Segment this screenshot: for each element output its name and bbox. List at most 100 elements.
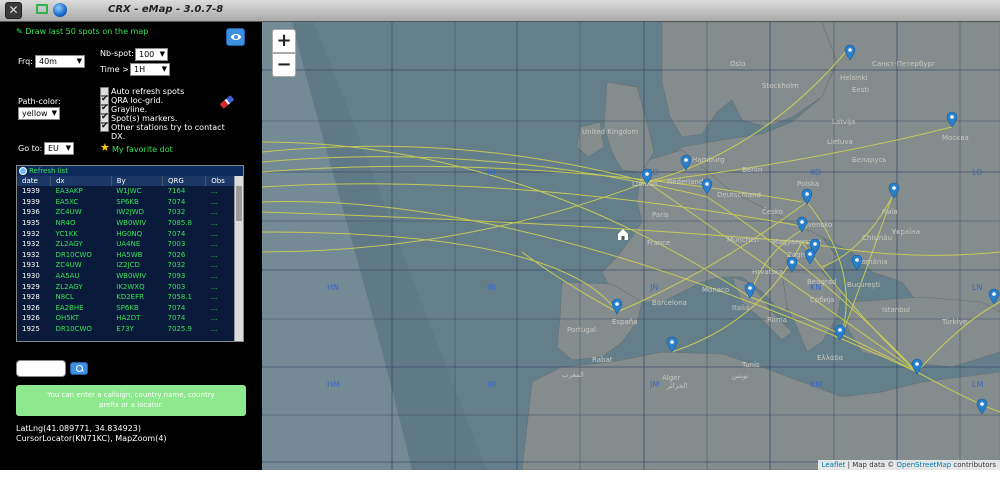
table-row[interactable]: 1925 DR10CWO E73Y 7025.9... [17,324,235,335]
city-label: Česko [762,207,783,216]
table-cell-date: 1939 [22,197,40,206]
city-label: تونس [732,372,748,380]
city-label: Ελλάδα [817,354,844,362]
city-label: Latvija [832,118,855,126]
col-obs[interactable]: Obs [205,176,235,186]
city-label: الجزائر [666,382,687,390]
city-label: Alger [662,374,680,382]
goto-label: Go to: [18,144,43,153]
table-row[interactable]: 1932 ZL2AGY UA4NE 7003... [17,239,235,250]
city-label: Nederland [667,178,703,186]
search-button[interactable] [70,362,88,375]
table-cell-date: 1936 [17,207,51,218]
qra-grid-label: QRA loc-grid. [111,96,164,105]
table-cell-dx: N8CL [50,291,112,303]
globe-icon[interactable] [53,3,67,17]
table-row[interactable]: 1935 NR4O WB0WIV 7085.8... [17,218,235,229]
close-icon[interactable]: ✕ [5,2,22,19]
goto-select[interactable]: EU ▼ [44,142,74,155]
grid-label: LN [972,283,982,292]
city-label: Paris [652,211,669,219]
table-row[interactable]: 1928 N8CL KD2EFR 7058.1... [17,291,235,303]
city-label: Lietuva [827,138,853,146]
chevron-down-icon: ▼ [65,144,71,152]
table-cell-dx: OH5KT [50,313,112,324]
city-label: Istanbul [882,306,910,314]
nbspot-select[interactable]: 100 ▼ [135,48,168,61]
spot-markers-label: Spot(s) markers. [111,114,178,123]
eraser-icon[interactable] [219,95,235,109]
col-by[interactable]: By [111,176,163,186]
city-label: Monaco [702,286,729,294]
leaflet-link[interactable]: Leaflet [822,461,846,469]
city-label: Rabat [592,356,613,364]
table-cell-date: 1930 [17,270,51,282]
other-stations-checkbox[interactable] [100,121,109,132]
frq-value: 40m [39,57,57,66]
time-select[interactable]: 1H ▼ [130,63,170,76]
table-row[interactable]: 1939 EA3AKP W1JWC 7164... [17,186,235,197]
table-row[interactable]: 1926 OH5KT HA2DT 7074... [17,313,235,324]
star-icon[interactable]: ★ [100,142,110,153]
table-cell-by: KD2EFR [111,291,163,303]
table-cell-obs: ... [205,228,235,239]
monitor-icon[interactable] [36,4,48,14]
table-cell-dx: ZL2AGY [55,282,83,291]
draw-last-spots-link[interactable]: ✎ Draw last 50 spots on the map [16,27,148,36]
table-cell-date: 1929 [22,282,40,291]
table-row[interactable]: 1932 YC1KK HG0NQ 7074... [17,228,235,239]
city-label: Beograd [807,278,836,286]
table-cell-by: WB0WIV [116,219,147,228]
grid-label: JM [649,380,659,389]
table-cell-by: SP6KB [116,303,139,312]
refresh-list-link[interactable]: Refresh list [17,166,243,176]
table-row[interactable]: 1932 DR10CWO HA5WB 7026... [17,249,235,261]
table-scrollbar[interactable] [234,176,243,341]
table-cell-qrg: 7003 [167,282,186,291]
table-row[interactable]: 1926 EA2BHE SP6KB 7074... [17,303,235,314]
table-cell-obs: ... [205,186,235,197]
table-row[interactable]: 1931 ZC4UW IZ2JCD 7032... [17,260,235,271]
table-cell-dx: NR4O [55,219,76,228]
osm-link[interactable]: OpenStreetMap [896,461,951,469]
city-label: Беларусь [852,156,886,164]
table-row[interactable]: 1930 AA5AU WB0WIV 7093... [17,270,235,282]
city-label: المغرب [562,371,584,379]
chevron-down-icon: ▼ [51,109,57,117]
goto-value: EU [48,144,59,153]
table-cell-by: HG0NQ [111,228,163,239]
map-canvas[interactable]: IO JO KO LOIN JN KN LNHNHM IM JM KM LM OsloStockho… [262,22,1000,470]
table-row[interactable]: 1936 ZC4UW IW2JWD 7032... [17,207,235,218]
other-stations-label: Other stations try to contact DX. [111,123,225,141]
grid-label: JN [649,283,658,292]
eye-icon[interactable] [226,28,245,46]
favorite-dot-link[interactable]: My favorite dot [112,145,173,154]
zoom-out-button[interactable]: − [272,53,296,77]
map-view[interactable]: IO JO KO LO IN JN KN LN HN HM IM JM KM LM Oslo Stockho… [262,22,1000,470]
zoom-in-button[interactable]: + [272,29,296,53]
city-label: Helsinki [840,74,868,82]
search-input[interactable] [16,360,66,377]
table-cell-by: HA5WB [111,249,163,261]
col-dx[interactable]: dx [50,176,112,186]
col-date[interactable]: date [17,176,51,186]
table-cell-obs: ... [210,197,218,206]
frq-select[interactable]: 40m ▼ [35,55,85,68]
scrollbar-thumb[interactable] [236,186,242,221]
city-label: Eesti [852,86,869,94]
col-qrg[interactable]: QRG [162,176,207,186]
grid-label: KM [810,380,822,389]
city-label: Portugal [567,326,596,334]
table-row[interactable]: 1929 ZL2AGY IK2WXQ 7003... [17,281,235,292]
title-bar: ✕ CRX - eMap - 3.0.7-8 [0,0,1000,22]
city-label: España [612,318,638,326]
path-color-select[interactable]: yellow ▼ [18,107,60,120]
table-cell-date: 1932 [17,249,51,261]
table-cell-obs: ... [205,313,235,324]
table-row[interactable]: 1939 EA5XC SP6KB 7074... [17,197,235,208]
table-cell-obs: ... [210,303,218,312]
table-cell-dx: EA2BHE [55,303,84,312]
table-cell-dx: DR10CWO [55,325,92,334]
table-cell-dx: ZC4UW [55,261,82,270]
table-cell-obs: ... [205,270,235,282]
